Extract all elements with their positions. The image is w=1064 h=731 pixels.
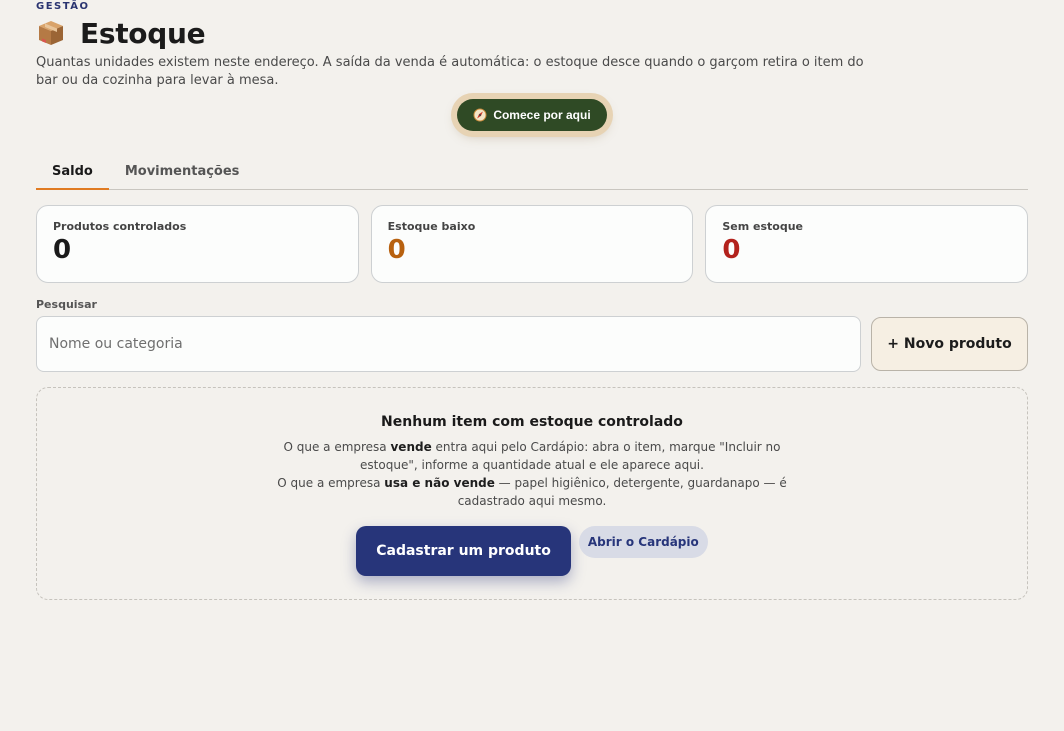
empty-state: Nenhum item com estoque controlado O que… xyxy=(36,387,1028,600)
package-icon xyxy=(39,21,63,45)
stat-card-controlled: Produtos controlados 0 xyxy=(36,205,359,283)
text-emphasis: vende xyxy=(390,440,432,454)
empty-state-actions: Cadastrar um produto Abrir o Cardápio xyxy=(356,526,708,576)
stat-label: Sem estoque xyxy=(722,220,804,233)
stock-page: GESTÃO Estoque Quantas unidades existem … xyxy=(36,0,1029,600)
open-menu-button[interactable]: Abrir o Cardápio xyxy=(578,526,708,558)
tab-bar: Saldo Movimentações xyxy=(36,153,1028,190)
search-row: + Novo produto xyxy=(36,316,1028,372)
section-label: GESTÃO xyxy=(36,1,90,12)
register-product-button[interactable]: Cadastrar um produto xyxy=(356,526,571,576)
empty-state-title: Nenhum item com estoque controlado xyxy=(381,414,683,430)
page-description: Quantas unidades existem neste endereço.… xyxy=(36,55,864,88)
start-wrap: Comece por aqui xyxy=(36,99,1028,131)
stat-value: 0 xyxy=(53,235,72,265)
stat-value: 0 xyxy=(387,235,406,265)
text-fragment: O que a empresa xyxy=(283,440,391,454)
page-title: Estoque xyxy=(80,16,206,50)
search-label: Pesquisar xyxy=(36,298,97,311)
tab-saldo[interactable]: Saldo xyxy=(36,153,109,190)
stat-card-low-stock: Estoque baixo 0 xyxy=(370,205,694,283)
tab-movimentacoes[interactable]: Movimentações xyxy=(109,153,256,189)
stat-value: 0 xyxy=(722,235,741,265)
search-input[interactable] xyxy=(36,316,861,372)
start-here-button[interactable]: Comece por aqui xyxy=(457,99,607,131)
text-fragment: O que a empresa xyxy=(277,476,385,490)
stat-label: Estoque baixo xyxy=(387,220,476,233)
start-here-label: Comece por aqui xyxy=(493,108,591,122)
new-product-button[interactable]: + Novo produto xyxy=(871,317,1028,371)
title-row: Estoque xyxy=(36,16,1028,50)
stats-row: Produtos controlados 0 Estoque baixo 0 S… xyxy=(36,205,1029,283)
compass-icon xyxy=(473,108,487,122)
stat-card-out-of-stock: Sem estoque 0 xyxy=(705,205,1029,283)
empty-state-text: O que a empresa vende entra aqui pelo Ca… xyxy=(272,438,792,510)
stat-label: Produtos controlados xyxy=(53,220,187,233)
text-fragment: — papel higiênico, detergente, guardanap… xyxy=(457,476,787,508)
text-emphasis: usa e não vende xyxy=(384,476,495,490)
